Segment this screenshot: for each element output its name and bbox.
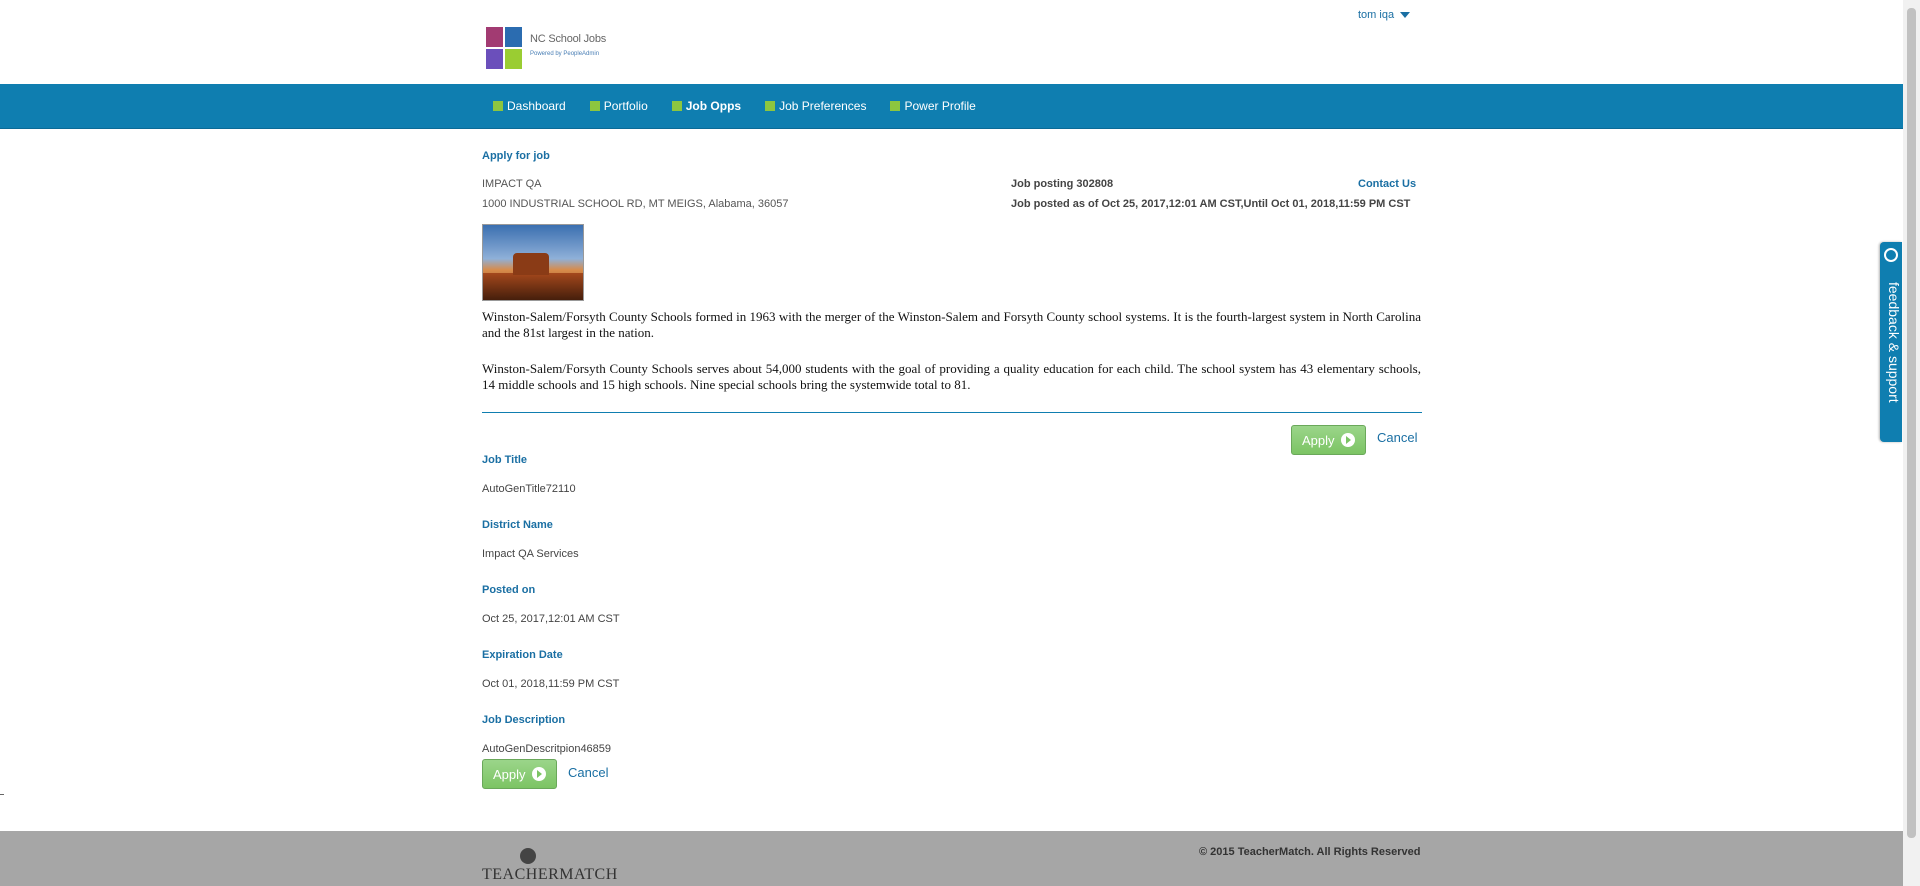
feedback-support-tab[interactable]: feedback & support: [1880, 242, 1902, 442]
description-paragraph: Winston-Salem/Forsyth County Schools ser…: [482, 361, 1421, 392]
district-photo: [482, 224, 584, 301]
nav-label: Job Opps: [685, 99, 742, 113]
site-header: [0, 0, 1903, 84]
job-description-label: Job Description: [482, 714, 566, 726]
nav-item-job-opps[interactable]: Job Opps: [671, 99, 742, 113]
teachermatch-icon: [520, 848, 536, 864]
district-name-label: District Name: [482, 519, 553, 531]
megaphone-icon: [1884, 248, 1898, 262]
marker: [0, 794, 4, 795]
chevron-down-icon: [1400, 12, 1411, 18]
user-menu[interactable]: tom iqa: [1358, 9, 1411, 21]
main-nav: Dashboard Portfolio Job Opps Job Prefere…: [0, 84, 1903, 129]
org-name: IMPACT QA: [482, 178, 542, 190]
nav-label: Job Preferences: [779, 99, 867, 113]
posted-on-label: Posted on: [482, 584, 536, 596]
footer-brand: TEACHERMATCH: [482, 866, 618, 883]
feedback-label: feedback & support: [1886, 282, 1902, 403]
user-name: tom iqa: [1358, 9, 1395, 21]
expiration-date-value: Oct 01, 2018,11:59 PM CST: [482, 678, 620, 690]
nav-label: Dashboard: [507, 99, 566, 113]
bullet-icon: [765, 101, 776, 111]
scrollbar[interactable]: [1903, 0, 1920, 886]
expiration-date-label: Expiration Date: [482, 649, 563, 661]
job-description-value: AutoGenDescritpion46859: [482, 743, 612, 755]
job-title-value: AutoGenTitle72110: [482, 483, 576, 495]
job-posting-number: Job posting 302808: [1011, 178, 1114, 190]
logo-subtitle: Powered by PeopleAdmin: [530, 51, 600, 57]
page-title: Apply for job: [482, 150, 550, 162]
cancel-link[interactable]: Cancel: [568, 765, 608, 780]
nav-item-power-profile[interactable]: Power Profile: [890, 99, 976, 113]
bullet-icon: [671, 101, 682, 111]
nav-item-dashboard[interactable]: Dashboard: [493, 99, 566, 113]
nav-item-job-preferences[interactable]: Job Preferences: [765, 99, 866, 113]
bullet-icon: [493, 101, 503, 111]
logo-name: NC School Jobs: [530, 33, 607, 45]
bullet-icon: [589, 101, 600, 111]
bullet-icon: [890, 101, 901, 111]
site-logo[interactable]: NC School Jobs Powered by PeopleAdmin: [486, 27, 610, 71]
job-title-label: Job Title: [482, 454, 528, 466]
cancel-link[interactable]: Cancel: [1377, 430, 1417, 445]
description-paragraph: Winston-Salem/Forsyth County Schools for…: [482, 309, 1421, 340]
apply-button-label: Apply: [493, 766, 526, 782]
copyright-text: © 2015 TeacherMatch. All Rights Reserved: [1199, 846, 1421, 858]
arrow-right-icon: [531, 767, 546, 781]
scrollbar-thumb[interactable]: [1907, 8, 1916, 838]
apply-button[interactable]: Apply: [1291, 425, 1366, 455]
nav-label: Power Profile: [904, 99, 976, 113]
contact-us-link[interactable]: Contact Us: [1358, 178, 1416, 190]
divider: [482, 412, 1422, 413]
arrow-right-icon: [1340, 433, 1355, 447]
logo-icon: [486, 27, 524, 71]
posted-on-value: Oct 25, 2017,12:01 AM CST: [482, 613, 620, 625]
site-footer: [0, 831, 1903, 886]
teachermatch-logo: TEACHERMATCH: [482, 848, 618, 884]
district-name-value: Impact QA Services: [482, 548, 579, 560]
nav-label: Portfolio: [603, 99, 648, 113]
nav-item-portfolio[interactable]: Portfolio: [589, 99, 648, 113]
job-posting-dates: Job posted as of Oct 25, 2017,12:01 AM C…: [1011, 198, 1411, 210]
org-address: 1000 INDUSTRIAL SCHOOL RD, MT MEIGS, Ala…: [482, 198, 789, 210]
apply-button[interactable]: Apply: [482, 759, 557, 789]
apply-button-label: Apply: [1302, 432, 1335, 448]
